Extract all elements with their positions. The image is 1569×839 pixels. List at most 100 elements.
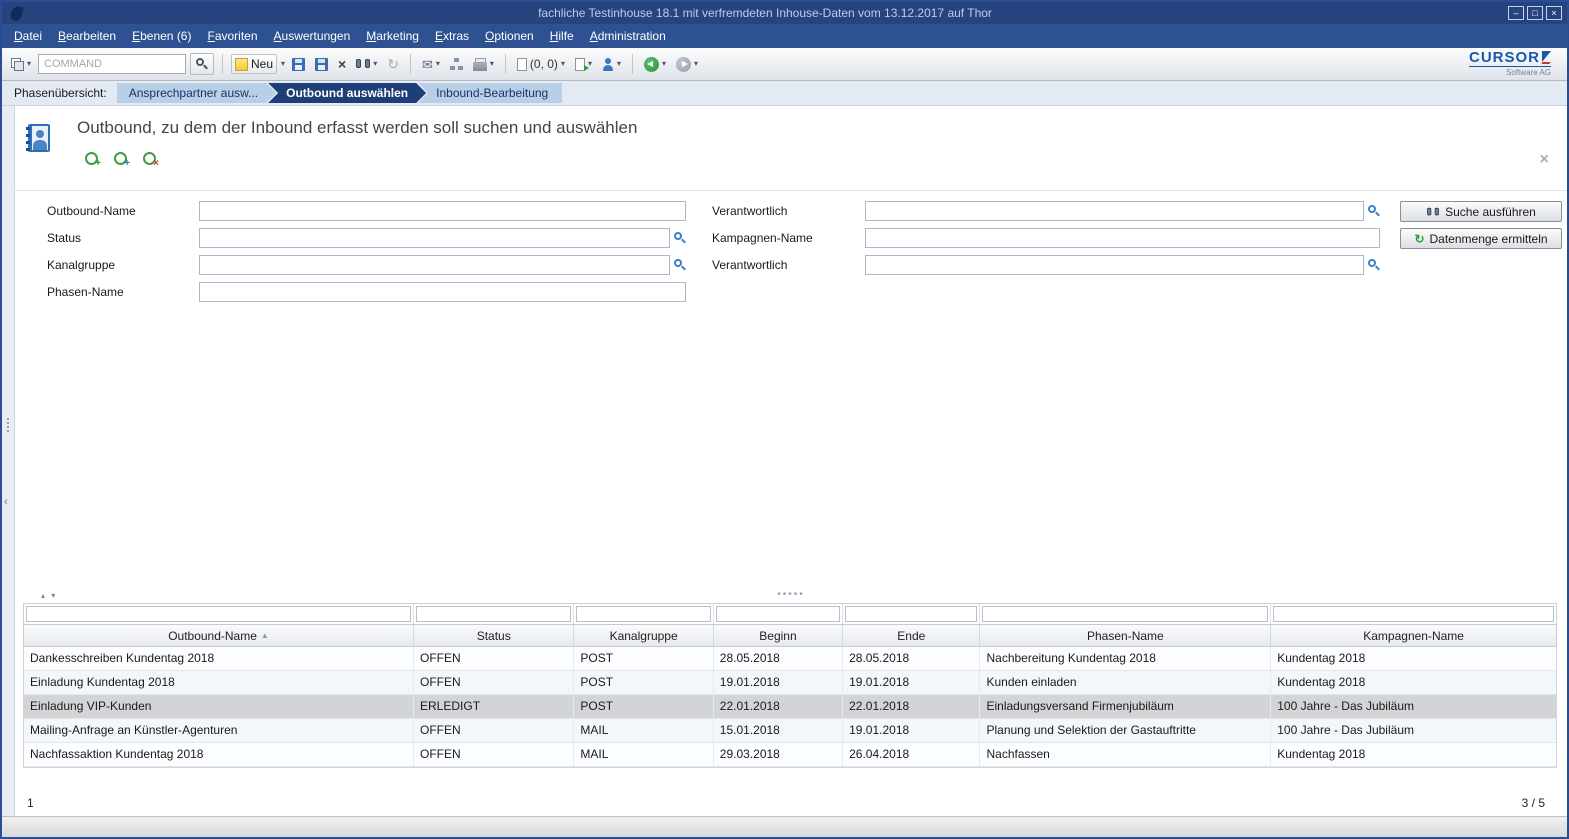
record-counter-button[interactable]: (0, 0)▾ [514,55,568,73]
left-panel-splitter[interactable]: ‹ [2,106,15,816]
person-icon [602,58,614,71]
form-row: Phasen-Name [47,282,686,302]
filter-input-outbound-name[interactable] [26,606,411,622]
status-input[interactable] [199,228,670,248]
column-header-beginn[interactable]: Beginn [714,625,843,646]
column-header-kanalgruppe[interactable]: Kanalgruppe [574,625,713,646]
menu-item-marketing[interactable]: Marketing [358,24,427,48]
menu-item-datei[interactable]: Datei [6,24,50,48]
save-button[interactable] [289,56,308,73]
field-label-phasen-name: Phasen-Name [47,282,199,299]
kampagnen-name-input-2[interactable] [865,228,1380,248]
save-all-icon [315,58,328,71]
filter-input-kanalgruppe[interactable] [576,606,710,622]
delete-button[interactable]: × [335,55,349,73]
save-all-button[interactable] [312,56,331,73]
refresh-button[interactable]: ↻ [384,55,402,73]
search-icon [196,58,208,70]
lookup-icon[interactable] [674,232,686,244]
menu-item-extras[interactable]: Extras [427,24,477,48]
menu-item-hilfe[interactable]: Hilfe [542,24,582,48]
phase-outbound-auswahlen[interactable]: Outbound auswählen [268,83,426,103]
menu-item-optionen[interactable]: Optionen [477,24,542,48]
command-input[interactable] [38,54,186,74]
new-search-icon[interactable]: + [85,152,98,165]
splitter-dots-icon[interactable]: ••••• [777,589,805,600]
save-search-icon[interactable]: + [114,152,127,165]
kanalgruppe-input[interactable] [199,255,670,275]
print-dropdown-icon[interactable]: ▾ [490,59,494,69]
lookup-icon[interactable] [1368,205,1380,217]
column-header-ende[interactable]: Ende [843,625,980,646]
column-header-outbound-name[interactable]: Outbound-Name▲ [24,625,414,646]
back-button[interactable]: ▾ [641,55,669,74]
collapse-left-icon[interactable]: ‹ [4,497,8,508]
determine-dataset-button[interactable]: ↻Datenmenge ermitteln [1400,228,1562,249]
results-table: Outbound-Name▲StatusKanalgruppeBeginnEnd… [15,603,1567,790]
table-row[interactable]: Einladung Kundentag 2018OFFENPOST19.01.2… [24,671,1556,695]
forward-dropdown-icon[interactable]: ▾ [694,59,698,69]
window-controls: – □ × [1508,6,1562,20]
lookup-icon[interactable] [1368,259,1380,271]
counter-dropdown-icon[interactable]: ▾ [561,59,565,69]
column-header-phasen-name[interactable]: Phasen-Name [980,625,1271,646]
cell-status: OFFEN [414,743,574,766]
delete-search-icon[interactable]: × [143,152,156,165]
minimize-icon[interactable]: – [1508,6,1524,20]
close-mask-icon[interactable]: × [1540,152,1549,168]
outbound-name-input[interactable] [199,201,686,221]
execute-search-button[interactable]: Suche ausführen [1400,201,1562,222]
user-button[interactable]: ▾ [599,56,624,73]
column-header-kampagnen-name[interactable]: Kampagnen-Name [1271,625,1556,646]
cell-phasen-name: Planung und Selektion der Gastauftritte [980,719,1271,742]
filter-cell [1271,604,1556,624]
toolbar-separator [632,54,633,74]
find-button[interactable]: ▾ [353,57,380,71]
menu-item-administration[interactable]: Administration [582,24,674,48]
new-button[interactable]: Neu [231,54,277,74]
table-row[interactable]: Nachfassaktion Kundentag 2018OFFENMAIL29… [24,743,1556,767]
phase-ansprechpartner-ausw[interactable]: Ansprechpartner ausw... [117,83,276,103]
forward-button[interactable]: ▾ [673,55,701,74]
find-dropdown-icon[interactable]: ▾ [373,59,377,69]
pages-icon [517,58,527,71]
filter-input-kampagnen-name[interactable] [1273,606,1554,622]
phase-inbound-bearbeitung[interactable]: Inbound-Bearbeitung [418,83,562,103]
send-dropdown-icon[interactable]: ▾ [436,59,440,69]
horizontal-splitter[interactable]: ▴ ▾ ••••• [15,590,1567,603]
phasen-name-input[interactable] [199,282,686,302]
menu-item-auswertungen[interactable]: Auswertungen [266,24,359,48]
user-dropdown-icon[interactable]: ▾ [617,59,621,69]
column-header-status[interactable]: Status [414,625,574,646]
menu-item-favoriten[interactable]: Favoriten [199,24,265,48]
back-dropdown-icon[interactable]: ▾ [662,59,666,69]
table-row[interactable]: Dankesschreiben Kundentag 2018OFFENPOST2… [24,647,1556,671]
maximize-icon[interactable]: □ [1527,6,1543,20]
lookup-icon[interactable] [674,259,686,271]
workflow-button[interactable] [447,56,466,73]
field-box [199,255,686,275]
filter-input-ende[interactable] [845,606,977,622]
new-dropdown-icon[interactable]: ▾ [281,59,285,69]
splitter-arrows-icon[interactable]: ▴ ▾ [41,591,57,600]
toolbar-separator [505,54,506,74]
new-record-icon [235,58,248,71]
export-button[interactable]: ▾ [572,56,595,73]
verantwortlich-input-3[interactable] [865,255,1364,275]
table-row[interactable]: Einladung VIP-KundenERLEDIGTPOST22.01.20… [24,695,1556,719]
menu-item-bearbeiten[interactable]: Bearbeiten [50,24,124,48]
form-row: Verantwortlich [712,255,1380,275]
window-switch-button[interactable]: ▾ [8,56,34,73]
send-button[interactable]: ✉▾ [419,56,443,73]
statusbar: 1 3 / 5 [15,790,1567,816]
menu-item-ebenen-6[interactable]: Ebenen (6) [124,24,199,48]
filter-input-status[interactable] [416,606,571,622]
filter-input-phasen-name[interactable] [982,606,1268,622]
filter-input-beginn[interactable] [716,606,840,622]
close-icon[interactable]: × [1546,6,1562,20]
print-button[interactable]: ▾ [470,56,497,73]
command-search-button[interactable] [190,53,214,75]
table-row[interactable]: Mailing-Anfrage an Künstler-AgenturenOFF… [24,719,1556,743]
dropdown-icon[interactable]: ▾ [27,59,31,69]
verantwortlich-input-1[interactable] [865,201,1364,221]
